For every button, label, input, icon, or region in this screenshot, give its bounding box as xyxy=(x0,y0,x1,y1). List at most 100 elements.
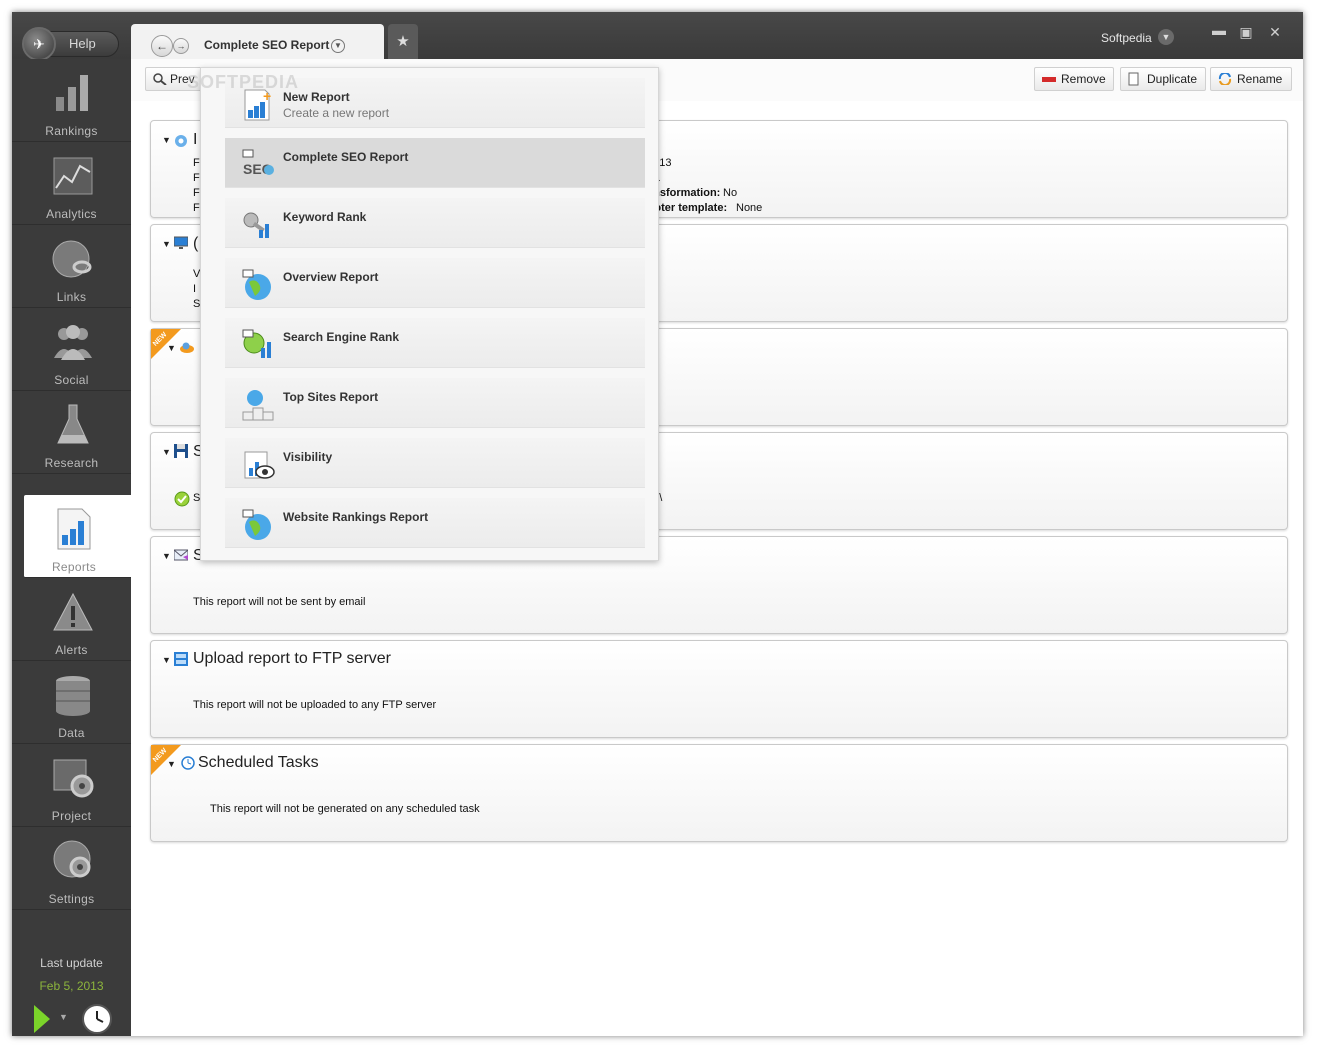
sidebar-item-alerts[interactable]: Alerts xyxy=(12,578,131,661)
sidebar-item-label: Project xyxy=(51,809,92,823)
new-badge-label: NEW xyxy=(151,747,169,764)
analytics-icon xyxy=(53,157,93,195)
email-status-text: This report will not be sent by email xyxy=(193,596,366,608)
play-chevron-icon[interactable]: ▼ xyxy=(59,1012,68,1022)
app-logo-icon[interactable]: ✈ xyxy=(22,27,56,61)
search-icon xyxy=(153,73,167,85)
rename-button[interactable]: Rename xyxy=(1210,67,1292,91)
clock-icon[interactable] xyxy=(82,1004,112,1034)
collapse-arrow-icon[interactable]: ▼ xyxy=(162,135,171,145)
play-icon[interactable] xyxy=(34,1005,50,1033)
collapse-arrow-icon[interactable]: ▼ xyxy=(167,759,176,769)
menu-item-label: Overview Report xyxy=(283,270,379,284)
sidebar-item-label: Alerts xyxy=(55,643,88,657)
alerts-icon xyxy=(53,592,93,631)
clock-icon xyxy=(181,756,195,770)
menu-item-website-rankings-report[interactable]: Website Rankings Report xyxy=(225,498,645,548)
sidebar-item-reports[interactable]: Reports xyxy=(24,495,131,578)
top-sites-icon xyxy=(242,390,274,421)
app-window: Help ✈ ← → Complete SEO Report ▼ ★ Softp… xyxy=(12,12,1303,1036)
panel-title: Scheduled Tasks xyxy=(198,754,319,771)
panel-scheduled-tasks: NEW ▼ Scheduled Tasks This report will n… xyxy=(150,744,1288,842)
menu-item-description: Create a new report xyxy=(283,106,390,120)
row-value: None xyxy=(736,202,763,214)
sidebar-item-label: Research xyxy=(44,456,99,470)
remove-button[interactable]: Remove xyxy=(1034,67,1114,91)
social-icon xyxy=(54,325,92,360)
collapse-arrow-icon[interactable]: ▼ xyxy=(162,551,171,561)
sidebar-item-analytics[interactable]: Analytics xyxy=(12,142,131,225)
row-value: No xyxy=(723,187,738,199)
menu-item-search-engine-rank[interactable]: Search Engine Rank xyxy=(225,318,645,368)
sidebar-item-label: Rankings xyxy=(45,124,98,138)
help-label: Help xyxy=(69,36,96,51)
chevron-down-icon[interactable]: ▼ xyxy=(331,39,345,53)
rename-icon xyxy=(1218,73,1232,85)
sidebar-item-settings[interactable]: Settings xyxy=(12,827,131,910)
maximize-icon[interactable]: ▣ xyxy=(1237,24,1255,41)
row-label: F xyxy=(193,157,200,169)
report-tab[interactable]: ← → Complete SEO Report ▼ xyxy=(131,24,384,59)
row-label: F xyxy=(193,172,200,184)
menu-item-top-sites-report[interactable]: Top Sites Report xyxy=(225,378,645,428)
back-icon[interactable]: ← xyxy=(151,35,173,57)
star-icon[interactable]: ★ xyxy=(388,24,418,59)
new-badge-label: NEW xyxy=(151,331,169,348)
menu-item-complete-seo-report[interactable]: SEO Complete SEO Report xyxy=(225,138,645,188)
visibility-icon xyxy=(244,451,275,479)
sidebar-item-rankings[interactable]: Rankings xyxy=(12,59,131,142)
sidebar-item-data[interactable]: Data xyxy=(12,661,131,744)
email-icon xyxy=(174,549,188,561)
menu-item-label: Search Engine Rank xyxy=(283,330,400,344)
search-engine-rank-icon xyxy=(242,329,271,358)
data-icon xyxy=(56,676,90,716)
reports-icon xyxy=(57,508,91,550)
title-bar: Help ✈ ← → Complete SEO Report ▼ ★ Softp… xyxy=(12,12,1303,61)
links-icon xyxy=(52,240,92,278)
menu-item-label: Visibility xyxy=(283,450,333,464)
minimize-icon[interactable]: ▬ xyxy=(1210,22,1228,38)
new-report-icon: + xyxy=(244,88,271,121)
menu-item-visibility[interactable]: Visibility xyxy=(225,438,645,488)
collapse-arrow-icon[interactable]: ▼ xyxy=(162,447,171,457)
menu-item-label: Top Sites Report xyxy=(283,390,379,404)
row-label: F xyxy=(193,187,200,199)
menu-item-keyword-rank[interactable]: Keyword Rank xyxy=(225,198,645,248)
duplicate-button[interactable]: Duplicate xyxy=(1120,67,1206,91)
research-icon xyxy=(57,404,89,444)
watermark: SOFTPEDIA xyxy=(187,72,300,92)
scheduled-status-text: This report will not be generated on any… xyxy=(210,803,480,815)
forward-icon[interactable]: → xyxy=(173,38,189,54)
project-icon xyxy=(53,759,94,798)
sidebar-item-links[interactable]: Links xyxy=(12,225,131,308)
close-icon[interactable]: ✕ xyxy=(1266,24,1284,41)
row-label: F xyxy=(193,202,200,214)
cloud-icon xyxy=(180,342,194,353)
sidebar-item-social[interactable]: Social xyxy=(12,308,131,391)
rankings-icon xyxy=(56,75,88,111)
sidebar-item-research[interactable]: Research xyxy=(12,391,131,474)
menu-item-overview-report[interactable]: Overview Report xyxy=(225,258,645,308)
rename-label: Rename xyxy=(1237,72,1283,86)
keyword-rank-icon xyxy=(243,212,269,238)
website-rankings-icon xyxy=(242,509,271,540)
sidebar-item-label: Reports xyxy=(51,560,97,574)
user-chevron-icon[interactable]: ▼ xyxy=(1158,29,1174,45)
panel-title: Upload report to FTP server xyxy=(193,650,392,667)
monitor-icon xyxy=(174,236,188,249)
remove-label: Remove xyxy=(1061,72,1106,86)
new-badge: NEW xyxy=(151,329,181,359)
sidebar-item-label: Social xyxy=(54,373,89,387)
sidebar: Rankings Analytics Links Social Research… xyxy=(12,59,131,1036)
overview-report-icon xyxy=(242,269,271,300)
collapse-arrow-icon[interactable]: ▼ xyxy=(162,655,171,665)
collapse-arrow-icon[interactable]: ▼ xyxy=(167,343,176,353)
collapse-arrow-icon[interactable]: ▼ xyxy=(162,239,171,249)
row-label: I xyxy=(193,283,197,295)
sidebar-item-label: Data xyxy=(58,726,85,740)
sidebar-item-project[interactable]: Project xyxy=(12,744,131,827)
sidebar-item-label: Links xyxy=(56,290,87,304)
last-update-label: Last update xyxy=(40,956,103,970)
user-name[interactable]: Softpedia xyxy=(1101,31,1152,45)
menu-item-label: Keyword Rank xyxy=(283,210,367,224)
